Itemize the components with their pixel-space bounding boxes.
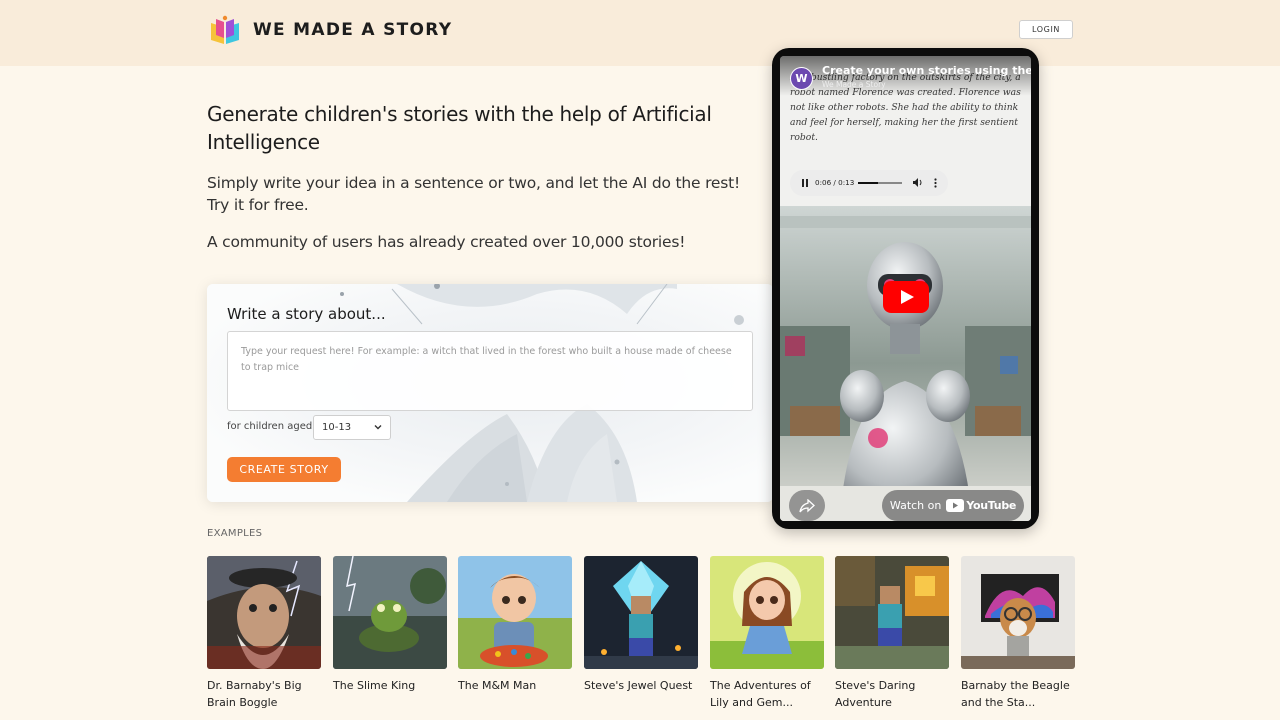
example-card[interactable]: Steve's Daring Adventure [835,556,949,711]
example-thumbnail[interactable] [458,556,572,669]
example-card[interactable]: The M&M Man [458,556,572,694]
example-card[interactable]: Barnaby the Beagle and the Sta... [961,556,1075,711]
robot-factory-image [780,206,1031,521]
age-select-value: 10-13 [322,422,352,433]
examples-heading: EXAMPLES [207,528,263,539]
more-options-icon[interactable] [934,178,937,188]
hero-subtitle: Simply write your idea in a sentence or … [207,174,741,214]
brand-name: WE MADE A STORY [253,20,453,40]
chevron-down-icon [374,425,382,430]
youtube-logo-icon [946,499,965,512]
audio-progress-fill [858,182,878,184]
pause-icon[interactable] [802,179,808,187]
example-title[interactable]: Steve's Jewel Quest [584,677,698,694]
youtube-video-player[interactable]: In a bustling factory on the outskirts o… [780,56,1031,521]
example-title[interactable]: Barnaby the Beagle and the Sta... [961,677,1075,711]
example-card[interactable]: The Adventures of Lily and Gem... [710,556,824,711]
login-button[interactable]: LOGIN [1019,20,1073,39]
watch-on-youtube-button[interactable]: Watch on YouTube [882,490,1024,521]
age-select[interactable]: 10-13 [313,415,391,440]
share-button[interactable] [789,490,825,521]
youtube-wordmark: YouTube [966,499,1017,512]
example-thumbnail[interactable] [710,556,824,669]
video-title[interactable]: Create your own stories using the [822,64,1031,77]
example-title[interactable]: Steve's Daring Adventure [835,677,949,711]
story-form-card: Write a story about... for children aged… [207,284,773,502]
video-channel-name: We Made a Story [822,80,886,89]
example-thumbnail[interactable] [584,556,698,669]
example-title[interactable]: The Adventures of Lily and Gem... [710,677,824,711]
channel-avatar[interactable]: W [790,67,813,90]
example-thumbnail[interactable] [835,556,949,669]
example-thumbnail[interactable] [961,556,1075,669]
age-label: for children aged [227,421,313,432]
phone-frame: In a bustling factory on the outskirts o… [772,48,1039,529]
youtube-play-icon[interactable] [883,281,929,313]
example-card[interactable]: Steve's Jewel Quest [584,556,698,694]
example-title[interactable]: The M&M Man [458,677,572,694]
audio-player: 0:06 / 0:13 [790,170,948,196]
share-icon [799,498,815,512]
volume-icon[interactable] [912,177,923,188]
page-title: Generate children's stories with the hel… [207,102,712,154]
create-story-button[interactable]: CREATE STORY [227,457,341,482]
audio-time: 0:06 / 0:13 [815,178,855,187]
example-card[interactable]: Dr. Barnaby's Big Brain Boggle [207,556,321,711]
example-thumbnail[interactable] [207,556,321,669]
youtube-logo: YouTube [946,499,1016,512]
example-thumbnail[interactable] [333,556,447,669]
story-request-input[interactable] [227,331,753,411]
top-bar [0,0,1280,66]
example-title[interactable]: The Slime King [333,677,447,694]
community-stat: A community of users has already created… [207,233,686,251]
story-form-title: Write a story about... [227,305,386,323]
example-card[interactable]: The Slime King [333,556,447,694]
book-logo-icon [211,15,239,44]
watch-on-label: Watch on [889,499,942,512]
example-title[interactable]: Dr. Barnaby's Big Brain Boggle [207,677,321,711]
logo-link[interactable]: WE MADE A STORY [208,14,452,46]
